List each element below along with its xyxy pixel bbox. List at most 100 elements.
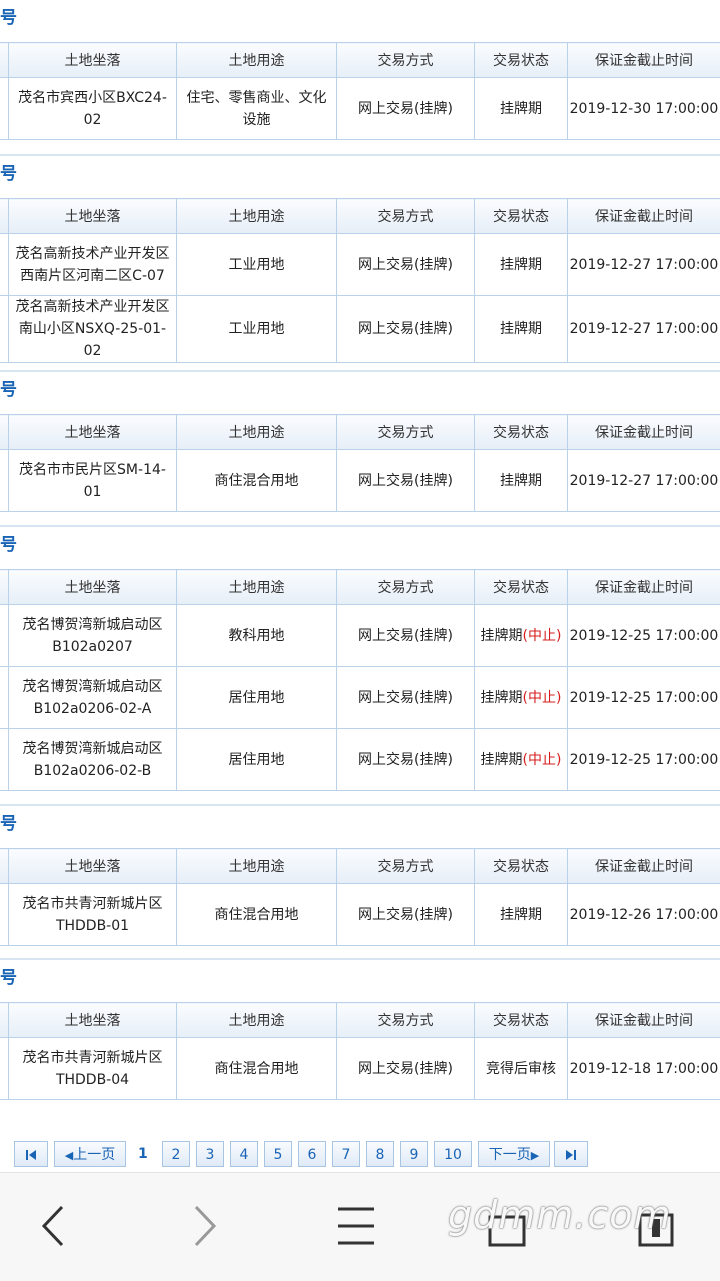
section-title: 号 <box>0 0 17 36</box>
table-header-row: 土地坐落土地用途交易方式交易状态保证金截止时间 <box>0 1003 720 1038</box>
land-table: 土地坐落土地用途交易方式交易状态保证金截止时间茂名高新技术产业开发区西南片区河南… <box>0 198 720 363</box>
header-cell: 土地用途 <box>177 849 337 884</box>
header-cell: 交易方式 <box>337 199 475 234</box>
table-row[interactable]: 茂名市共青河新城片区THDDB-01商住混合用地网上交易(挂牌)挂牌期2019-… <box>0 884 720 946</box>
cell-location[interactable]: 茂名市共青河新城片区THDDB-01 <box>9 884 177 946</box>
status-text: 挂牌期 <box>500 257 542 273</box>
page-link[interactable]: 9 <box>400 1141 428 1167</box>
cell-location[interactable]: 茂名高新技术产业开发区南山小区NSXQ-25-01-02 <box>9 296 177 363</box>
cell-location[interactable]: 茂名市市民片区SM-14-01 <box>9 450 177 512</box>
cell-deadline: 2019-12-27 17:00:00 <box>568 234 720 296</box>
header-cell: 保证金截止时间 <box>568 43 720 78</box>
table-row[interactable]: 茂名博贺湾新城启动区B102a0206-02-B居住用地网上交易(挂牌)挂牌期(… <box>0 729 720 791</box>
cell-deadline: 2019-12-30 17:00:00 <box>568 78 720 140</box>
header-cell: 土地坐落 <box>9 415 177 450</box>
header-cell: 交易状态 <box>475 1003 568 1038</box>
section-separator <box>0 958 720 960</box>
section-title: 号 <box>0 527 17 563</box>
row-cell-edge <box>0 1038 9 1100</box>
cell-location[interactable]: 茂名市共青河新城片区THDDB-04 <box>9 1038 177 1100</box>
page-link[interactable]: 10 <box>434 1141 472 1167</box>
row-cell-edge <box>0 605 9 667</box>
header-cell: 交易状态 <box>475 849 568 884</box>
last-page-button[interactable] <box>554 1141 588 1167</box>
cell-method: 网上交易(挂牌) <box>337 667 475 729</box>
header-cell: 土地用途 <box>177 43 337 78</box>
header-cell: 交易状态 <box>475 199 568 234</box>
cell-location[interactable]: 茂名博贺湾新城启动区B102a0207 <box>9 605 177 667</box>
header-cell: 土地坐落 <box>9 199 177 234</box>
header-cell: 交易状态 <box>475 570 568 605</box>
prev-page-label: 上一页 <box>73 1147 115 1163</box>
header-cell: 保证金截止时间 <box>568 1003 720 1038</box>
page-link[interactable]: 4 <box>230 1141 258 1167</box>
cell-use: 居住用地 <box>177 729 337 791</box>
forward-icon <box>170 1195 240 1257</box>
cell-use: 商住混合用地 <box>177 884 337 946</box>
table-row[interactable]: 茂名博贺湾新城启动区B102a0206-02-A居住用地网上交易(挂牌)挂牌期(… <box>0 667 720 729</box>
first-page-button[interactable] <box>14 1141 48 1167</box>
section-title: 号 <box>0 372 17 408</box>
row-cell-edge <box>0 78 9 140</box>
row-cell-edge <box>0 296 9 363</box>
back-button[interactable] <box>18 1195 88 1257</box>
cell-method: 网上交易(挂牌) <box>337 296 475 363</box>
table-row[interactable]: 茂名博贺湾新城启动区B102a0207教科用地网上交易(挂牌)挂牌期(中止)20… <box>0 605 720 667</box>
prev-page-button[interactable]: ◀上一页 <box>54 1141 126 1167</box>
cell-use: 工业用地 <box>177 234 337 296</box>
cell-deadline: 2019-12-18 17:00:00 <box>568 1038 720 1100</box>
section-separator <box>0 154 720 156</box>
row-cell-edge <box>0 234 9 296</box>
menu-button[interactable] <box>320 1195 390 1257</box>
land-table: 土地坐落土地用途交易方式交易状态保证金截止时间茂名市宾西小区BXC24-02住宅… <box>0 42 720 140</box>
cell-use: 工业用地 <box>177 296 337 363</box>
cell-method: 网上交易(挂牌) <box>337 1038 475 1100</box>
status-text: 竞得后审核 <box>486 1061 556 1077</box>
cell-deadline: 2019-12-25 17:00:00 <box>568 667 720 729</box>
header-cell-edge <box>0 43 9 78</box>
cell-use: 住宅、零售商业、文化设施 <box>177 78 337 140</box>
table-row[interactable]: 茂名高新技术产业开发区西南片区河南二区C-07工业用地网上交易(挂牌)挂牌期20… <box>0 234 720 296</box>
page-link[interactable]: 3 <box>196 1141 224 1167</box>
land-table: 土地坐落土地用途交易方式交易状态保证金截止时间茂名市共青河新城片区THDDB-0… <box>0 1002 720 1100</box>
section-title: 号 <box>0 156 17 192</box>
land-table: 土地坐落土地用途交易方式交易状态保证金截止时间茂名博贺湾新城启动区B102a02… <box>0 569 720 791</box>
cell-deadline: 2019-12-26 17:00:00 <box>568 884 720 946</box>
cell-deadline: 2019-12-25 17:00:00 <box>568 605 720 667</box>
header-cell: 交易方式 <box>337 849 475 884</box>
status-text: 挂牌期 <box>500 473 542 489</box>
table-row[interactable]: 茂名市市民片区SM-14-01商住混合用地网上交易(挂牌)挂牌期2019-12-… <box>0 450 720 512</box>
header-cell: 土地用途 <box>177 1003 337 1038</box>
cell-deadline: 2019-12-27 17:00:00 <box>568 296 720 363</box>
table-header-row: 土地坐落土地用途交易方式交易状态保证金截止时间 <box>0 43 720 78</box>
current-page: 1 <box>138 1141 148 1167</box>
header-cell: 土地坐落 <box>9 1003 177 1038</box>
table-row[interactable]: 茂名高新技术产业开发区南山小区NSXQ-25-01-02工业用地网上交易(挂牌)… <box>0 296 720 363</box>
page-link[interactable]: 8 <box>366 1141 394 1167</box>
page-link[interactable]: 2 <box>162 1141 190 1167</box>
table-header-row: 土地坐落土地用途交易方式交易状态保证金截止时间 <box>0 849 720 884</box>
page-link[interactable]: 5 <box>264 1141 292 1167</box>
status-text: 挂牌期 <box>481 628 523 644</box>
section-separator <box>0 370 720 372</box>
page-link[interactable]: 7 <box>332 1141 360 1167</box>
next-page-button[interactable]: 下一页▶ <box>478 1141 550 1167</box>
header-cell: 保证金截止时间 <box>568 570 720 605</box>
page-link[interactable]: 6 <box>298 1141 326 1167</box>
cell-location[interactable]: 茂名高新技术产业开发区西南片区河南二区C-07 <box>9 234 177 296</box>
cell-deadline: 2019-12-25 17:00:00 <box>568 729 720 791</box>
status-text: 挂牌期 <box>481 690 523 706</box>
header-cell: 保证金截止时间 <box>568 199 720 234</box>
header-cell-edge <box>0 570 9 605</box>
cell-location[interactable]: 茂名博贺湾新城启动区B102a0206-02-B <box>9 729 177 791</box>
status-text: 挂牌期 <box>500 907 542 923</box>
table-row[interactable]: 茂名市宾西小区BXC24-02住宅、零售商业、文化设施网上交易(挂牌)挂牌期20… <box>0 78 720 140</box>
table-header-row: 土地坐落土地用途交易方式交易状态保证金截止时间 <box>0 199 720 234</box>
forward-button[interactable] <box>170 1195 240 1257</box>
cell-location[interactable]: 茂名市宾西小区BXC24-02 <box>9 78 177 140</box>
cell-status: 挂牌期 <box>475 296 568 363</box>
cell-location[interactable]: 茂名博贺湾新城启动区B102a0206-02-A <box>9 667 177 729</box>
section-title: 号 <box>0 806 17 842</box>
header-cell: 交易方式 <box>337 43 475 78</box>
table-row[interactable]: 茂名市共青河新城片区THDDB-04商住混合用地网上交易(挂牌)竞得后审核201… <box>0 1038 720 1100</box>
